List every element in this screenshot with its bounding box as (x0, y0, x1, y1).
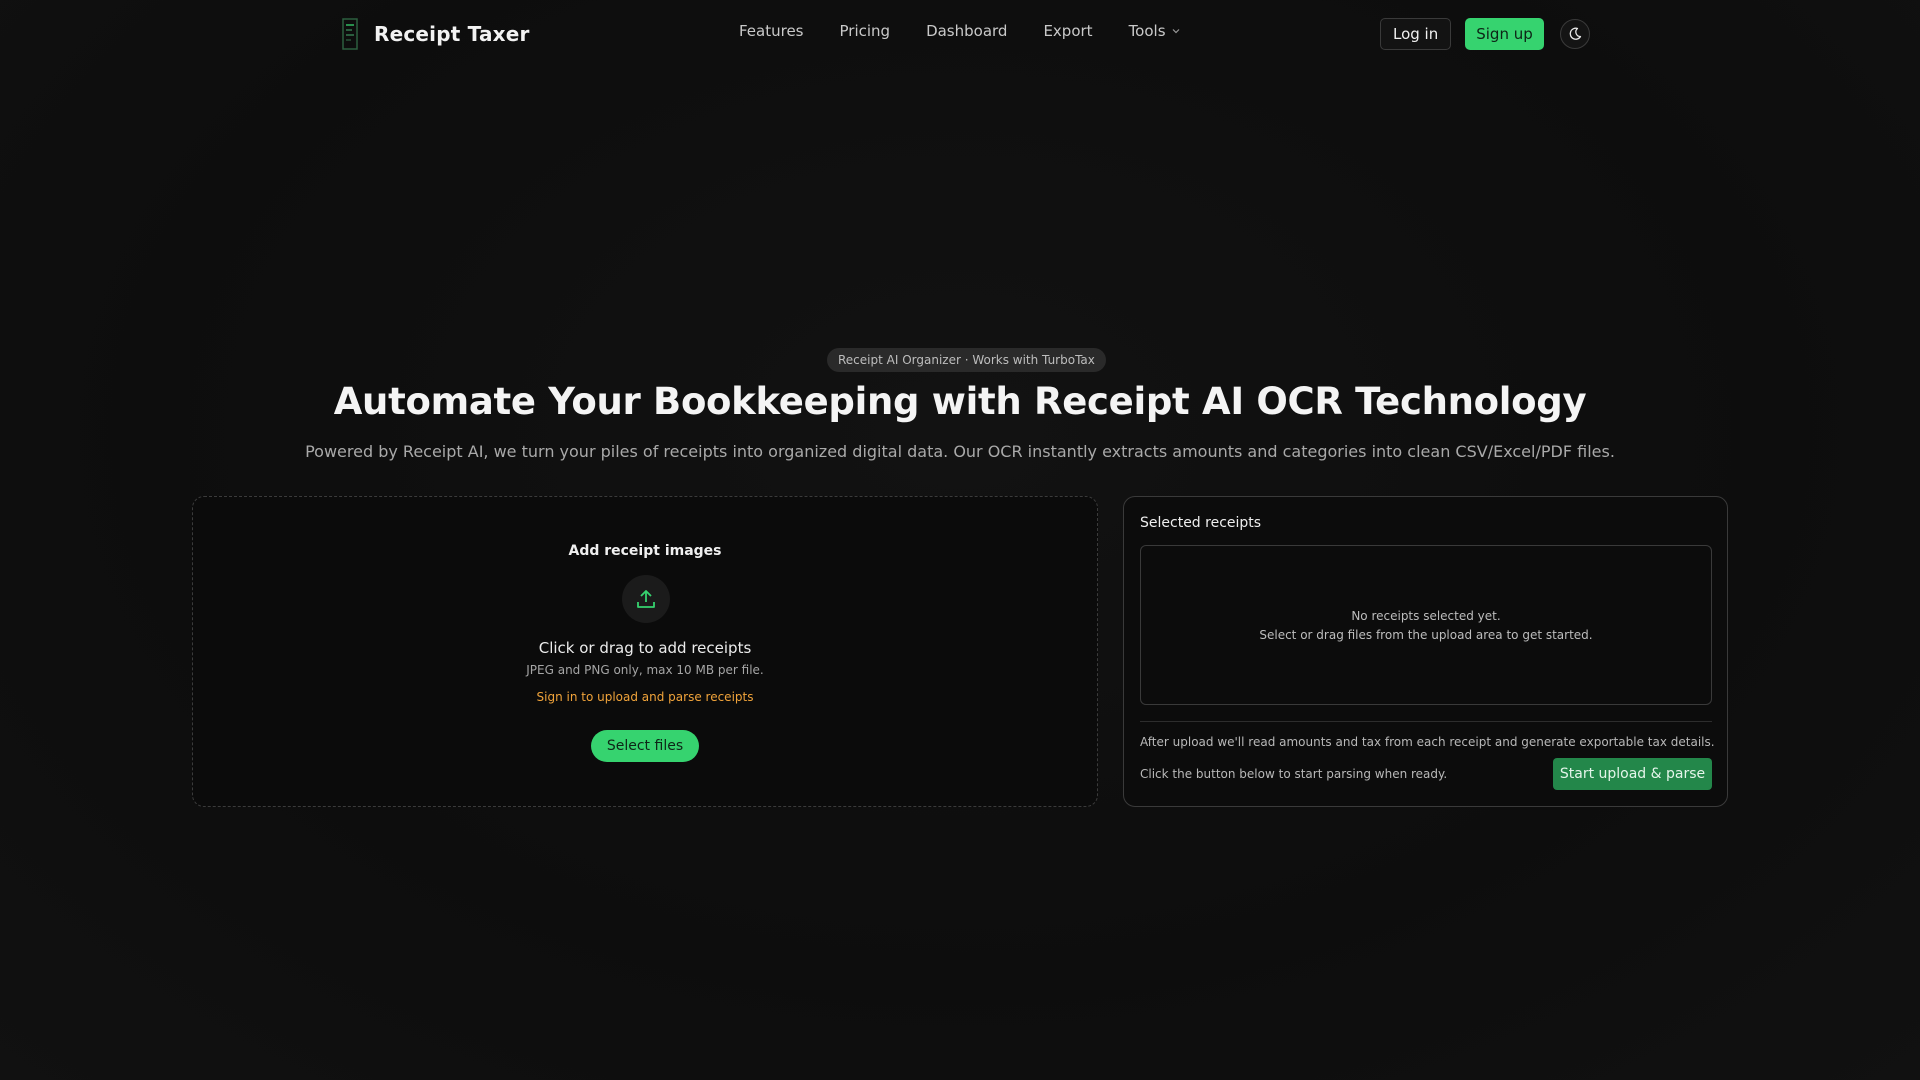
main-menu: Features Pricing Dashboard Export Tools (739, 22, 1180, 40)
upload-instruction: Click or drag to add receipts (538, 639, 752, 657)
nav-features[interactable]: Features (739, 22, 804, 40)
hero-subtitle: Powered by Receipt AI, we turn your pile… (305, 442, 1615, 461)
empty-line-1: No receipts selected yet. (1351, 608, 1501, 623)
empty-line-2: Select or drag files from the upload are… (1259, 627, 1593, 642)
nav-pricing[interactable]: Pricing (840, 22, 891, 40)
theme-toggle-button[interactable] (1559, 19, 1590, 49)
top-navbar: Receipt Taxer Features Pricing Dashboard… (0, 0, 1920, 68)
parse-hint-text: Click the button below to start parsing … (1140, 767, 1448, 781)
upload-title: Add receipt images (568, 543, 722, 559)
hero-title: Automate Your Bookkeeping with Receipt A… (333, 380, 1587, 423)
upload-icon-circle (622, 575, 670, 623)
selected-title: Selected receipts (1140, 515, 1262, 531)
signup-button[interactable]: Sign up (1465, 18, 1544, 50)
nav-tools[interactable]: Tools (1129, 22, 1180, 40)
selected-receipts-panel: Selected receipts No receipts selected y… (1123, 496, 1728, 807)
nav-actions: Log in Sign up (1380, 18, 1590, 50)
login-button[interactable]: Log in (1380, 18, 1452, 50)
upload-icon (637, 590, 655, 608)
nav-tools-label: Tools (1128, 22, 1166, 40)
hero-badge: Receipt AI Organizer · Works with TurboT… (827, 348, 1106, 372)
divider (1140, 721, 1712, 722)
moon-icon (1569, 27, 1581, 40)
select-files-button[interactable]: Select files (591, 730, 699, 762)
receipt-logo-icon (342, 18, 358, 50)
upload-dropzone[interactable]: Add receipt images Click or drag to add … (192, 496, 1098, 807)
start-upload-parse-button[interactable]: Start upload & parse (1553, 758, 1712, 790)
brand-name: Receipt Taxer (374, 22, 530, 46)
nav-export[interactable]: Export (1043, 22, 1092, 40)
upload-file-note: JPEG and PNG only, max 10 MB per file. (526, 663, 764, 677)
brand[interactable]: Receipt Taxer (340, 16, 530, 52)
signin-warning: Sign in to upload and parse receipts (536, 690, 754, 704)
chevron-down-icon (1172, 29, 1179, 34)
nav-dashboard[interactable]: Dashboard (926, 22, 1007, 40)
selected-empty-state: No receipts selected yet. Select or drag… (1140, 545, 1712, 705)
parse-info-text: After upload we'll read amounts and tax … (1140, 735, 1715, 749)
